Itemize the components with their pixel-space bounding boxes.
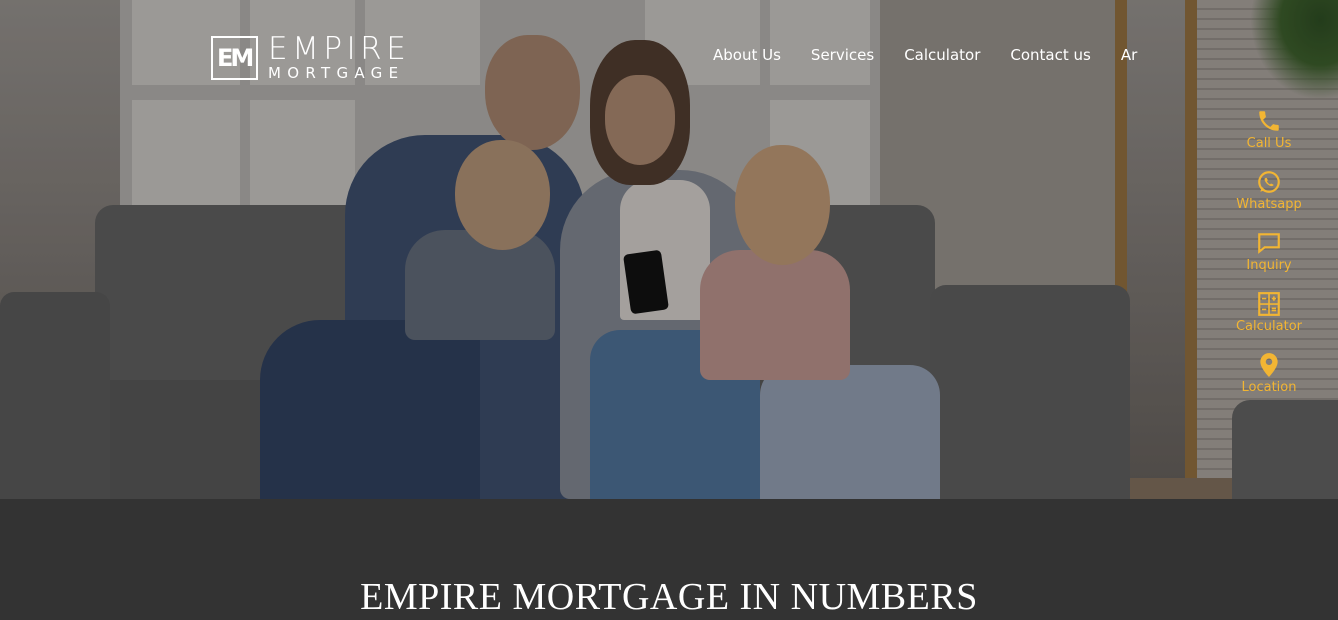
logo-link[interactable]: EM EMPIRE MORTGAGE	[211, 34, 410, 81]
logo-sub: MORTGAGE	[268, 64, 405, 82]
whatsapp-icon	[1258, 171, 1280, 193]
location-pin-icon	[1260, 353, 1278, 377]
sidebar-inquiry[interactable]: Inquiry	[1228, 230, 1310, 273]
sidebar-whatsapp[interactable]: Whatsapp	[1228, 169, 1310, 212]
logo-mark-icon: EM	[211, 35, 258, 80]
sidebar-location-label: Location	[1241, 380, 1297, 395]
hero-image	[0, 0, 1338, 499]
sidebar-calculator-label: Calculator	[1235, 319, 1302, 334]
chat-bubble-icon	[1258, 233, 1280, 254]
sidebar-whatsapp-label: Whatsapp	[1236, 197, 1302, 212]
logo-mark-text: EM	[217, 43, 254, 72]
nav-about-us[interactable]: About Us	[713, 46, 781, 64]
sidebar-location[interactable]: Location	[1228, 352, 1310, 395]
nav-calculator[interactable]: Calculator	[904, 46, 980, 64]
nav-services[interactable]: Services	[811, 46, 874, 64]
sidebar-call-us[interactable]: Call Us	[1228, 108, 1310, 151]
phone-icon	[1259, 111, 1279, 131]
logo-text: EMPIRE MORTGAGE	[268, 34, 410, 81]
contact-sidebar: Call Us Whatsapp Inquiry Calculator Loca…	[1228, 108, 1310, 413]
main-nav: About Us Services Calculator Contact us …	[713, 46, 1137, 64]
calculator-icon	[1258, 292, 1280, 316]
numbers-section: EMPIRE MORTGAGE IN NUMBERS	[0, 499, 1338, 620]
numbers-heading: EMPIRE MORTGAGE IN NUMBERS	[360, 576, 978, 618]
sidebar-calculator[interactable]: Calculator	[1228, 291, 1310, 334]
sidebar-call-us-label: Call Us	[1246, 136, 1292, 151]
logo-main: EMPIRE	[268, 31, 411, 67]
nav-contact-us[interactable]: Contact us	[1010, 46, 1090, 64]
nav-language-ar[interactable]: Ar	[1121, 46, 1137, 64]
sidebar-inquiry-label: Inquiry	[1246, 258, 1292, 273]
